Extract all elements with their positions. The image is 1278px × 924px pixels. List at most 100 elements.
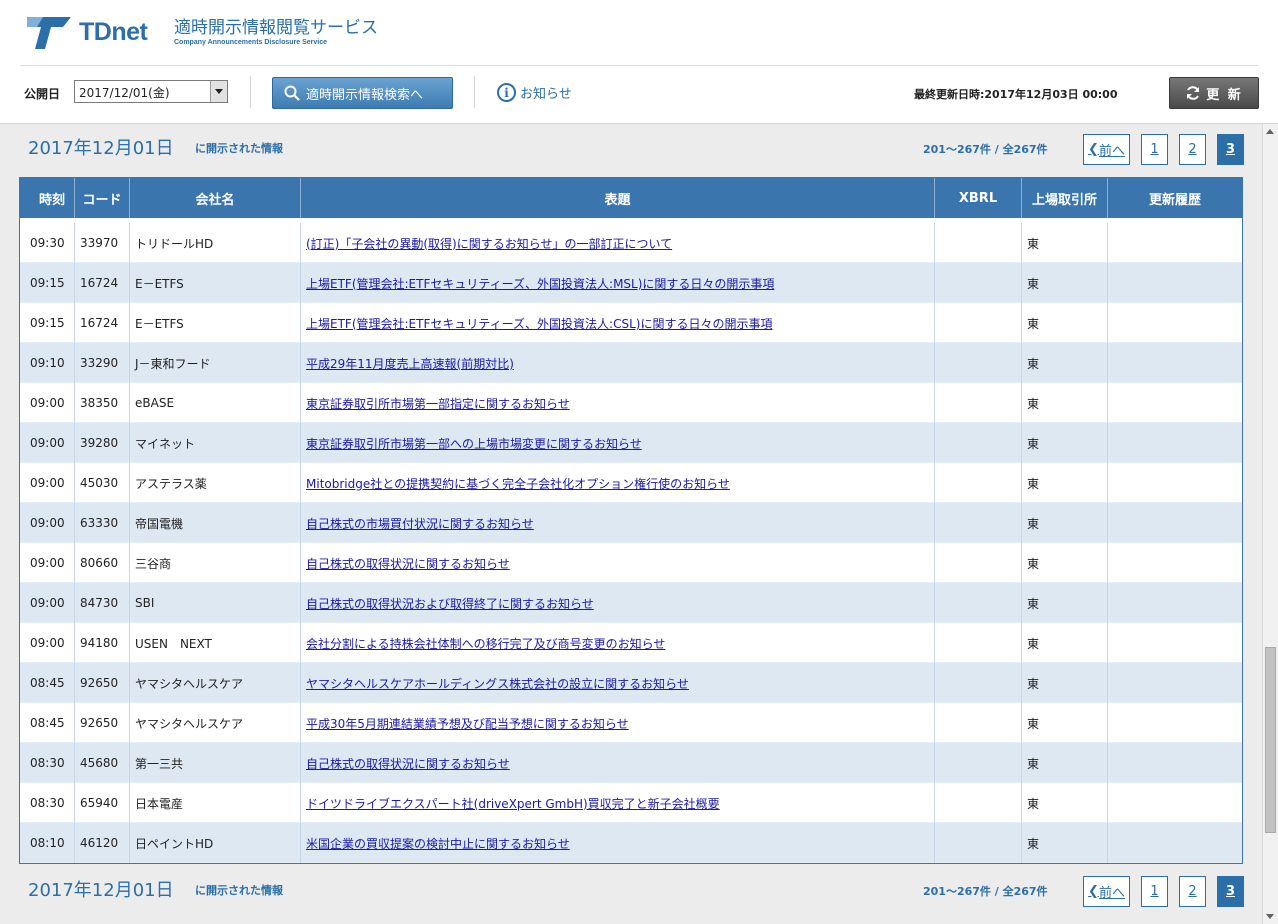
cell-xbrl xyxy=(935,783,1022,823)
disclosure-title-link[interactable]: 自己株式の市場買付状況に関するお知らせ xyxy=(306,515,534,532)
prev-page-button[interactable]: ❮ 前へ xyxy=(1083,134,1130,165)
chevron-left-icon: ❮ xyxy=(1088,884,1099,899)
cell-xbrl xyxy=(935,463,1022,503)
cell-company: eBASE xyxy=(130,383,301,423)
cell-company: ヤマシタヘルスケア xyxy=(130,663,301,703)
page-3-button[interactable]: 3 xyxy=(1217,876,1244,907)
col-xbrl: XBRL xyxy=(935,178,1022,218)
notice-link[interactable]: i お知らせ xyxy=(497,83,572,102)
prev-page-button[interactable]: ❮ 前へ xyxy=(1083,876,1130,907)
info-icon: i xyxy=(497,83,516,102)
disclosure-title-link[interactable]: Mitobridge社との提携契約に基づく完全子会社化オプション権行使のお知らせ xyxy=(306,475,730,492)
cell-xbrl xyxy=(935,743,1022,783)
disclosure-title-link[interactable]: 上場ETF(管理会社:ETFセキュリティーズ、外国投資法人:CSL)に関する日々… xyxy=(306,315,772,332)
disclosure-title-link[interactable]: ドイツドライブエクスパート社(driveXpert GmbH)買収完了と新子会社… xyxy=(306,795,720,812)
disclosure-title-link[interactable]: 上場ETF(管理会社:ETFセキュリティーズ、外国投資法人:MSL)に関する日々… xyxy=(306,275,774,292)
cell-code: 94180 xyxy=(75,623,130,663)
cell-history xyxy=(1108,343,1242,383)
page-2-button[interactable]: 2 xyxy=(1179,876,1206,907)
cell-code: 33970 xyxy=(75,223,130,263)
cell-title: Mitobridge社との提携契約に基づく完全子会社化オプション権行使のお知らせ xyxy=(301,463,935,503)
page-3-button[interactable]: 3 xyxy=(1217,134,1244,165)
cell-company: ヤマシタヘルスケア xyxy=(130,703,301,743)
page-2-button[interactable]: 2 xyxy=(1179,134,1206,165)
cell-history xyxy=(1108,623,1242,663)
cell-time: 08:45 xyxy=(20,663,75,703)
table-row: 09:00 63330 帝国電機 自己株式の市場買付状況に関するお知らせ 東 xyxy=(20,503,1242,543)
cell-company: 帝国電機 xyxy=(130,503,301,543)
disclosure-title-link[interactable]: 自己株式の取得状況に関するお知らせ xyxy=(306,555,510,572)
disclosure-title-link[interactable]: 米国企業の買収提案の検討中止に関するお知らせ xyxy=(306,835,570,852)
refresh-button[interactable]: 更 新 xyxy=(1169,77,1259,109)
chevron-down-icon[interactable] xyxy=(210,81,227,102)
table-row: 09:15 16724 E－ETFS 上場ETF(管理会社:ETFセキュリティーズ、外… xyxy=(20,263,1242,303)
vertical-scrollbar[interactable] xyxy=(1262,124,1278,924)
page-1-button[interactable]: 1 xyxy=(1141,134,1168,165)
cell-exchange: 東 xyxy=(1022,743,1108,783)
cell-code: 39280 xyxy=(75,423,130,463)
cell-title: 平成30年5月期連結業績予想及び配当予想に関するお知らせ xyxy=(301,703,935,743)
table-row: 09:00 39280 マイネット 東京証券取引所市場第一部への上場市場変更に関するお… xyxy=(20,423,1242,463)
disclosure-title-link[interactable]: (訂正)「子会社の異動(取得)に関するお知らせ」の一部訂正について xyxy=(306,235,672,252)
disclosure-title-link[interactable]: ヤマシタヘルスケアホールディングス株式会社の設立に関するお知らせ xyxy=(306,675,689,692)
cell-time: 08:30 xyxy=(20,743,75,783)
cell-xbrl xyxy=(935,623,1022,663)
cell-exchange: 東 xyxy=(1022,303,1108,343)
cell-code: 45680 xyxy=(75,743,130,783)
cell-company: アステラス薬 xyxy=(130,463,301,503)
disclosure-title-link[interactable]: 平成30年5月期連結業績予想及び配当予想に関するお知らせ xyxy=(306,715,629,732)
table-row: 09:00 38350 eBASE 東京証券取引所市場第一部指定に関するお知らせ 東 xyxy=(20,383,1242,423)
disclosure-title-link[interactable]: 会社分割による持株会社体制への移行完了及び商号変更のお知らせ xyxy=(306,635,665,652)
table-row: 09:00 84730 SBI 自己株式の取得状況および取得終了に関するお知らせ 東 xyxy=(20,583,1242,623)
disclosure-title-link[interactable]: 東京証券取引所市場第一部への上場市場変更に関するお知らせ xyxy=(306,435,642,452)
cell-code: 65940 xyxy=(75,783,130,823)
search-icon xyxy=(284,85,300,101)
table-row: 09:00 45030 アステラス薬 Mitobridge社との提携契約に基づく完全子… xyxy=(20,463,1242,503)
cell-title: 会社分割による持株会社体制への移行完了及び商号変更のお知らせ xyxy=(301,623,935,663)
disclosure-title-link[interactable]: 平成29年11月度売上高速報(前期対比) xyxy=(306,355,514,372)
pubdate-select[interactable]: 2017/12/01(金) xyxy=(74,80,228,103)
cell-title: 自己株式の市場買付状況に関するお知らせ xyxy=(301,503,935,543)
cell-time: 09:00 xyxy=(20,623,75,663)
cell-time: 09:00 xyxy=(20,543,75,583)
main-content: 2017年12月01日 に開示された情報 201～267件 / 全267件 ❮ 前… xyxy=(0,124,1262,924)
scroll-up-arrow-icon[interactable] xyxy=(1263,124,1278,140)
cell-history xyxy=(1108,383,1242,423)
cell-history xyxy=(1108,663,1242,703)
cell-time: 09:00 xyxy=(20,583,75,623)
cell-company: 日本電産 xyxy=(130,783,301,823)
cell-xbrl xyxy=(935,223,1022,263)
page-1-button[interactable]: 1 xyxy=(1141,876,1168,907)
table-header: 時刻 コード 会社名 表題 XBRL 上場取引所 更新履歴 xyxy=(20,178,1242,218)
disclosure-title-link[interactable]: 自己株式の取得状況および取得終了に関するお知らせ xyxy=(306,595,594,612)
table-row: 09:10 33290 J－東和フード 平成29年11月度売上高速報(前期対比) 東 xyxy=(20,343,1242,383)
scrollbar-thumb[interactable] xyxy=(1265,647,1276,833)
cell-title: (訂正)「子会社の異動(取得)に関するお知らせ」の一部訂正について xyxy=(301,223,935,263)
cell-xbrl xyxy=(935,663,1022,703)
cell-history xyxy=(1108,303,1242,343)
disclosure-title-link[interactable]: 自己株式の取得状況に関するお知らせ xyxy=(306,755,510,772)
service-title: 適時開示情報閲覧サービス xyxy=(174,18,378,38)
cell-title: 自己株式の取得状況に関するお知らせ xyxy=(301,743,935,783)
cell-company: 三谷商 xyxy=(130,543,301,583)
cell-exchange: 東 xyxy=(1022,543,1108,583)
table-row: 09:00 80660 三谷商 自己株式の取得状況に関するお知らせ 東 xyxy=(20,543,1242,583)
cell-exchange: 東 xyxy=(1022,223,1108,263)
cell-exchange: 東 xyxy=(1022,263,1108,303)
cell-company: E－ETFS xyxy=(130,303,301,343)
section-subtitle-bottom: に開示された情報 xyxy=(195,884,283,897)
col-time: 時刻 xyxy=(20,178,75,218)
cell-xbrl xyxy=(935,423,1022,463)
pagination-top: ❮ 前へ 1 2 3 xyxy=(1083,134,1255,165)
cell-title: 米国企業の買収提案の検討中止に関するお知らせ xyxy=(301,823,935,863)
cell-code: 92650 xyxy=(75,663,130,703)
tdnet-logo[interactable]: TDnet xyxy=(23,12,148,52)
scroll-down-arrow-icon[interactable] xyxy=(1263,908,1278,924)
cell-code: 84730 xyxy=(75,583,130,623)
section-subtitle: に開示された情報 xyxy=(195,142,283,155)
cell-time: 09:00 xyxy=(20,463,75,503)
cell-code: 63330 xyxy=(75,503,130,543)
table-body: 09:30 33970 トリドールHD (訂正)「子会社の異動(取得)に関するお知らせ… xyxy=(20,223,1242,863)
disclosure-title-link[interactable]: 東京証券取引所市場第一部指定に関するお知らせ xyxy=(306,395,570,412)
disclosure-search-button[interactable]: 適時開示情報検索へ xyxy=(272,77,453,109)
